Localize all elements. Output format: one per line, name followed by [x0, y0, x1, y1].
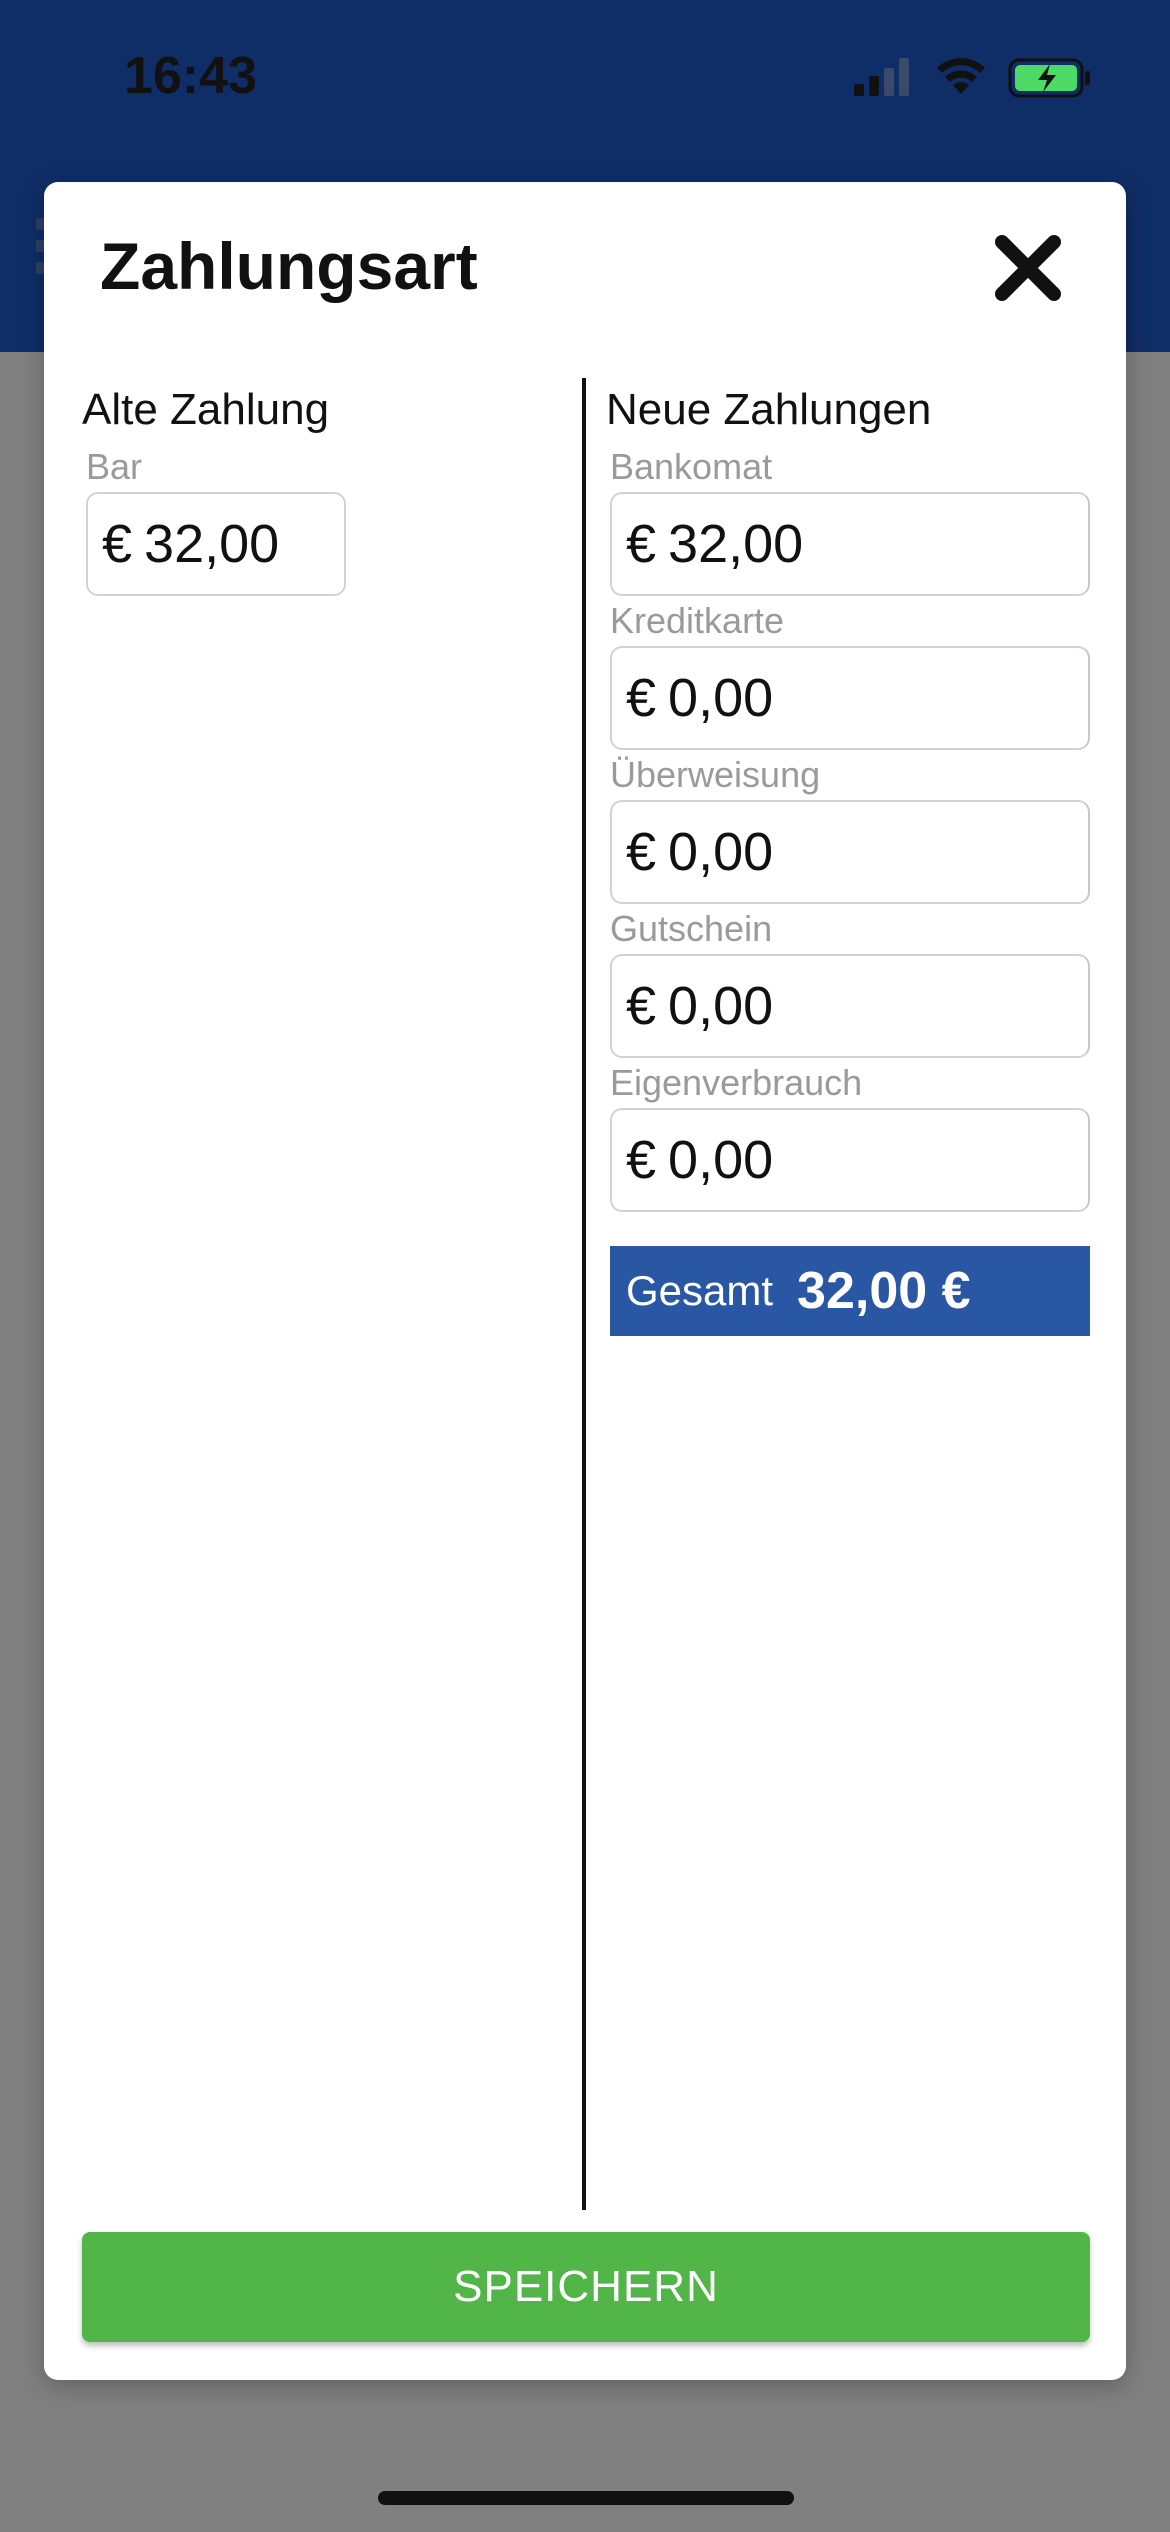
- status-time: 16:43: [124, 47, 257, 105]
- old-payment-heading: Alte Zahlung: [82, 385, 330, 434]
- payment-label: Überweisung: [610, 754, 821, 795]
- currency-symbol: €: [626, 668, 657, 728]
- total-label: Gesamt: [626, 1267, 774, 1314]
- currency-symbol: €: [626, 822, 657, 882]
- payment-field-gutschein: Gutschein € 0,00: [606, 904, 1096, 1058]
- amount-value: 0,00: [668, 822, 774, 882]
- total-bar: Gesamt 32,00 €: [610, 1246, 1090, 1336]
- payment-label: Kreditkarte: [610, 600, 785, 641]
- old-payment-amount-field: € 32,00: [86, 492, 346, 596]
- column-divider: [582, 378, 586, 2210]
- currency-symbol: €: [626, 1130, 657, 1190]
- old-payment-amount: 32,00: [144, 514, 280, 574]
- currency-symbol: €: [626, 976, 657, 1036]
- gutschein-amount-input[interactable]: € 0,00: [610, 954, 1090, 1058]
- home-indicator: [378, 2491, 794, 2505]
- cellular-signal-icon: [854, 58, 914, 96]
- eigenverbrauch-amount-input[interactable]: € 0,00: [610, 1108, 1090, 1212]
- payment-field-bankomat: Bankomat € 32,00: [606, 442, 1096, 596]
- amount-value: 32,00: [668, 514, 804, 574]
- payment-method-dialog: Zahlungsart Alte Zahlung Bar € 32,00 Neu…: [44, 182, 1126, 2380]
- old-payment-method-label: Bar: [86, 446, 143, 487]
- ueberweisung-amount-input[interactable]: € 0,00: [610, 800, 1090, 904]
- new-payments-heading: Neue Zahlungen: [606, 385, 932, 434]
- payment-field-kreditkarte: Kreditkarte € 0,00: [606, 596, 1096, 750]
- dialog-title: Zahlungsart: [100, 229, 478, 303]
- bankomat-amount-input[interactable]: € 32,00: [610, 492, 1090, 596]
- new-payments-column: Neue Zahlungen Bankomat € 32,00 Kreditka…: [606, 378, 1096, 1336]
- close-icon[interactable]: [990, 230, 1066, 306]
- currency-symbol: €: [102, 514, 133, 574]
- kreditkarte-amount-input[interactable]: € 0,00: [610, 646, 1090, 750]
- amount-value: 0,00: [668, 1130, 774, 1190]
- currency-symbol: €: [626, 514, 657, 574]
- amount-value: 0,00: [668, 668, 774, 728]
- wifi-icon: [937, 58, 985, 94]
- payment-field-ueberweisung: Überweisung € 0,00: [606, 750, 1096, 904]
- payment-label: Eigenverbrauch: [610, 1062, 863, 1103]
- total-value: 32,00 €: [797, 1262, 971, 1320]
- payment-label: Gutschein: [610, 908, 773, 949]
- old-payment-column: Alte Zahlung Bar € 32,00: [82, 378, 582, 596]
- payment-field-eigenverbrauch: Eigenverbrauch € 0,00: [606, 1058, 1096, 1212]
- battery-charging-icon: [1008, 58, 1090, 98]
- payment-label: Bankomat: [610, 446, 773, 487]
- save-button[interactable]: SPEICHERN: [82, 2232, 1090, 2342]
- amount-value: 0,00: [668, 976, 774, 1036]
